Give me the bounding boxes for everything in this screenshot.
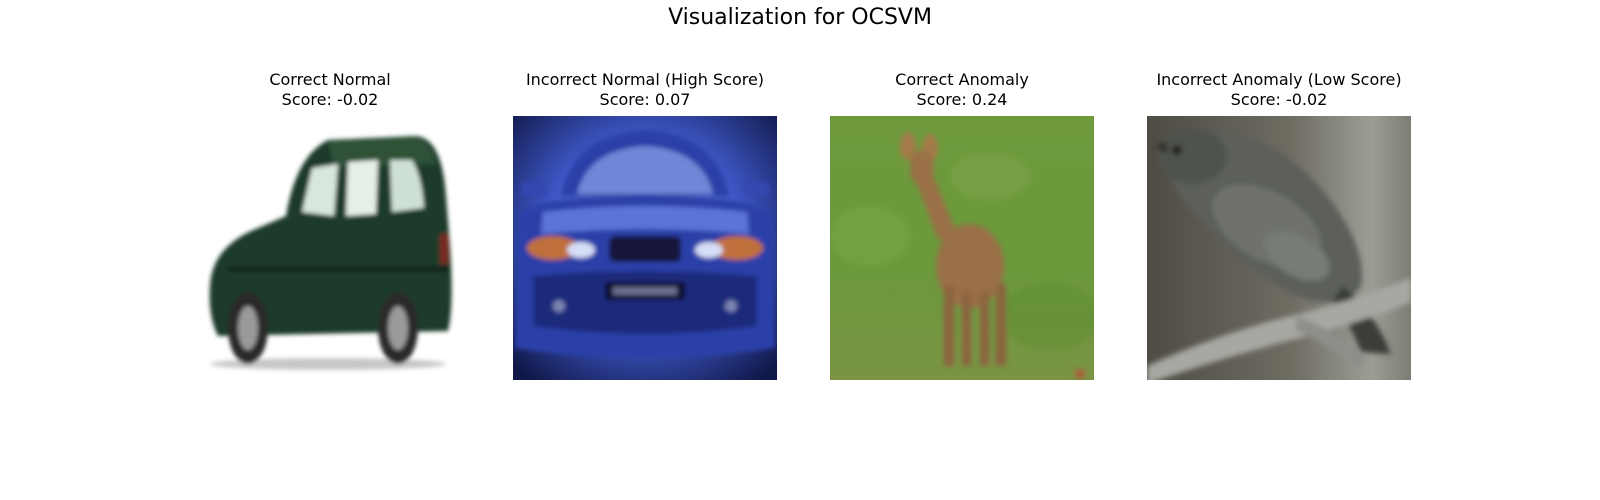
panel-incorrect-anomaly: Incorrect Anomaly (Low Score) Score: -0.… bbox=[1147, 70, 1411, 380]
panel-score: Score: 0.07 bbox=[599, 90, 691, 109]
panel-label: Correct Normal bbox=[269, 70, 391, 89]
bird-photo bbox=[1147, 116, 1411, 380]
panel-label: Incorrect Anomaly (Low Score) bbox=[1156, 70, 1402, 89]
panel-correct-anomaly: Correct Anomaly Score: 0.24 bbox=[830, 70, 1094, 380]
panel-score: Score: 0.24 bbox=[916, 90, 1008, 109]
panel-title: Incorrect Normal (High Score) Score: 0.0… bbox=[513, 70, 777, 112]
panel-title: Correct Normal Score: -0.02 bbox=[198, 70, 462, 112]
panel-title: Incorrect Anomaly (Low Score) Score: -0.… bbox=[1147, 70, 1411, 112]
panel-title: Correct Anomaly Score: 0.24 bbox=[830, 70, 1094, 112]
car-photo bbox=[198, 116, 462, 380]
figure-title: Visualization for OCSVM bbox=[668, 5, 932, 30]
car-photo bbox=[513, 116, 777, 380]
panel-correct-normal: Correct Normal Score: -0.02 bbox=[198, 70, 462, 380]
panel-score: Score: -0.02 bbox=[281, 90, 379, 109]
panel-label: Incorrect Normal (High Score) bbox=[525, 70, 765, 89]
panel-incorrect-normal: Incorrect Normal (High Score) Score: 0.0… bbox=[513, 70, 777, 380]
panel-label: Correct Anomaly bbox=[895, 70, 1029, 89]
panel-score: Score: -0.02 bbox=[1230, 90, 1328, 109]
deer-photo bbox=[830, 116, 1094, 380]
